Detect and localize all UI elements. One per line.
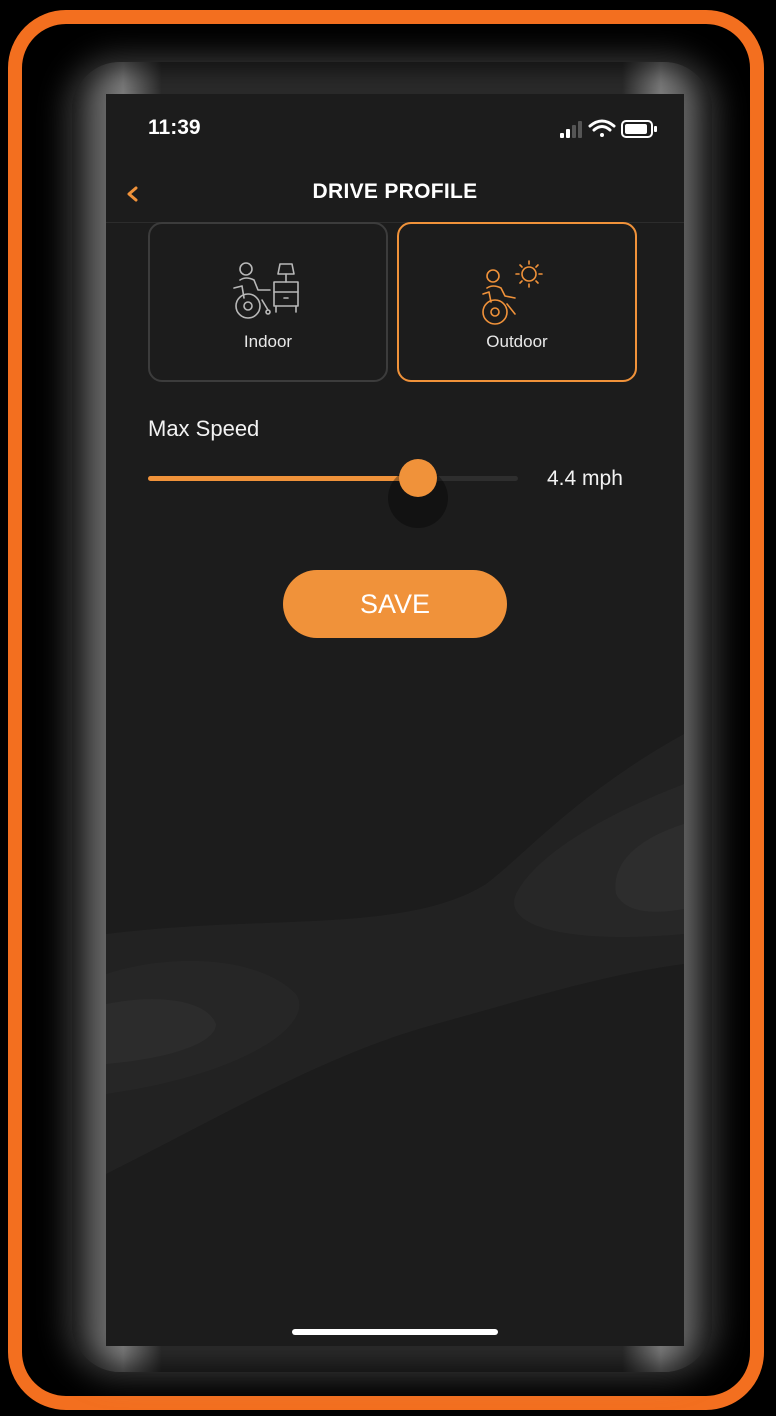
- slider-track: [148, 468, 518, 528]
- phone-screen: 11:39 DRIVE PROFILE Indoor Outdoor Max S…: [106, 94, 684, 1346]
- save-button[interactable]: SAVE: [283, 570, 507, 638]
- navigation-bar: DRIVE PROFILE: [106, 166, 684, 223]
- profile-label-outdoor: Outdoor: [486, 332, 548, 351]
- cellular-signal-icon: [560, 121, 582, 138]
- slider-thumb[interactable]: [399, 459, 438, 497]
- battery-icon: [621, 120, 657, 138]
- home-indicator: [292, 1329, 498, 1335]
- status-time: 11:39: [148, 116, 201, 139]
- profile-card-indoor[interactable]: Indoor: [148, 222, 388, 382]
- max-speed-slider[interactable]: [148, 458, 518, 528]
- wheelchair-indoor-icon: [233, 262, 299, 319]
- wheelchair-outdoor-icon: [482, 260, 543, 325]
- wifi-icon: [588, 119, 616, 137]
- slider-track-fill: [148, 476, 419, 481]
- max-speed-label: Max Speed: [148, 416, 260, 441]
- status-icons: [560, 119, 657, 138]
- profile-card-outdoor[interactable]: Outdoor: [397, 222, 637, 382]
- page-title: DRIVE PROFILE: [312, 180, 478, 203]
- max-speed-value: 4.4 mph: [547, 467, 623, 490]
- profile-label-indoor: Indoor: [243, 332, 293, 351]
